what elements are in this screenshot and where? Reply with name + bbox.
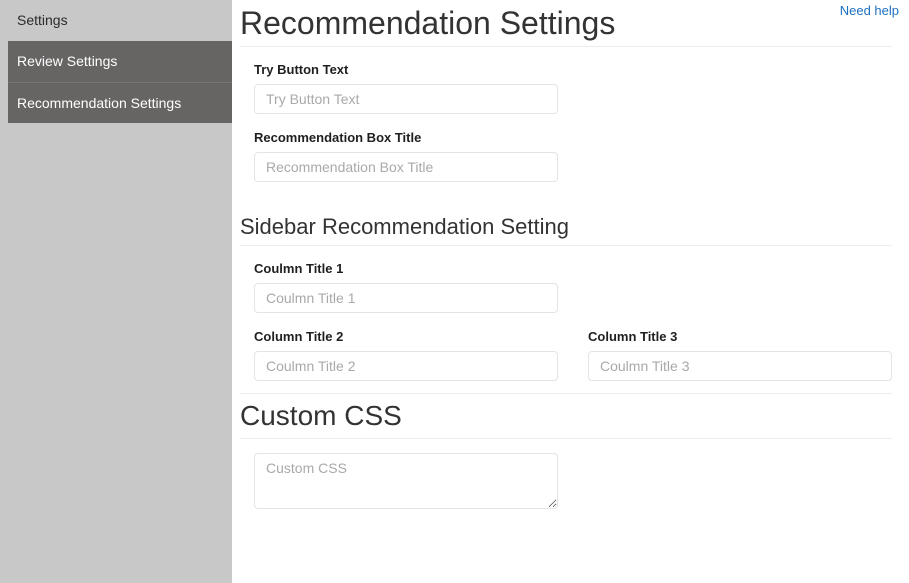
column-title-1-label: Coulmn Title 1: [254, 261, 344, 276]
form-area: Try Button Text Recommendation Box Title: [238, 47, 909, 182]
recommendation-box-title-input[interactable]: [254, 152, 558, 182]
main-content: Need help Recommendation Settings Try Bu…: [232, 0, 909, 583]
custom-css-section-title: Custom CSS: [240, 400, 402, 431]
column-title-3-label: Column Title 3: [588, 329, 678, 344]
column-title-3-input[interactable]: [588, 351, 892, 381]
sidebar-menu: Review Settings Recommendation Settings: [8, 41, 232, 123]
column-title-1-input[interactable]: [254, 283, 558, 313]
custom-css-textarea[interactable]: [254, 453, 558, 509]
custom-css-form: [238, 439, 909, 509]
sidebar-item-label: Review Settings: [17, 53, 118, 69]
try-button-text-input[interactable]: [254, 84, 558, 114]
need-help-link[interactable]: Need help: [840, 3, 899, 18]
column-row: Column Title 2 Column Title 3: [254, 328, 909, 381]
settings-page: Settings Review Settings Recommendation …: [0, 0, 909, 583]
sidebar-item-review-settings[interactable]: Review Settings: [8, 41, 232, 82]
column-title-2-label: Column Title 2: [254, 329, 344, 344]
field-try-button-text: Try Button Text: [254, 61, 909, 114]
sidebar-recommendation-form: Coulmn Title 1 Column Title 2 Column Tit…: [238, 246, 909, 381]
recommendation-box-title-label: Recommendation Box Title: [254, 130, 422, 145]
field-column-title-2: Column Title 2: [254, 328, 558, 381]
sidebar: Settings Review Settings Recommendation …: [0, 0, 232, 583]
sidebar-recommendation-section-title: Sidebar Recommendation Setting: [240, 214, 569, 239]
page-title: Recommendation Settings: [240, 5, 616, 41]
field-column-title-3: Column Title 3: [588, 328, 892, 381]
column-title-2-input[interactable]: [254, 351, 558, 381]
sidebar-item-label: Recommendation Settings: [17, 95, 182, 111]
sidebar-item-recommendation-settings[interactable]: Recommendation Settings: [8, 82, 232, 123]
try-button-text-label: Try Button Text: [254, 62, 349, 77]
field-recommendation-box-title: Recommendation Box Title: [254, 129, 909, 182]
field-column-title-1: Coulmn Title 1: [254, 260, 909, 313]
sidebar-heading: Settings: [8, 0, 232, 41]
